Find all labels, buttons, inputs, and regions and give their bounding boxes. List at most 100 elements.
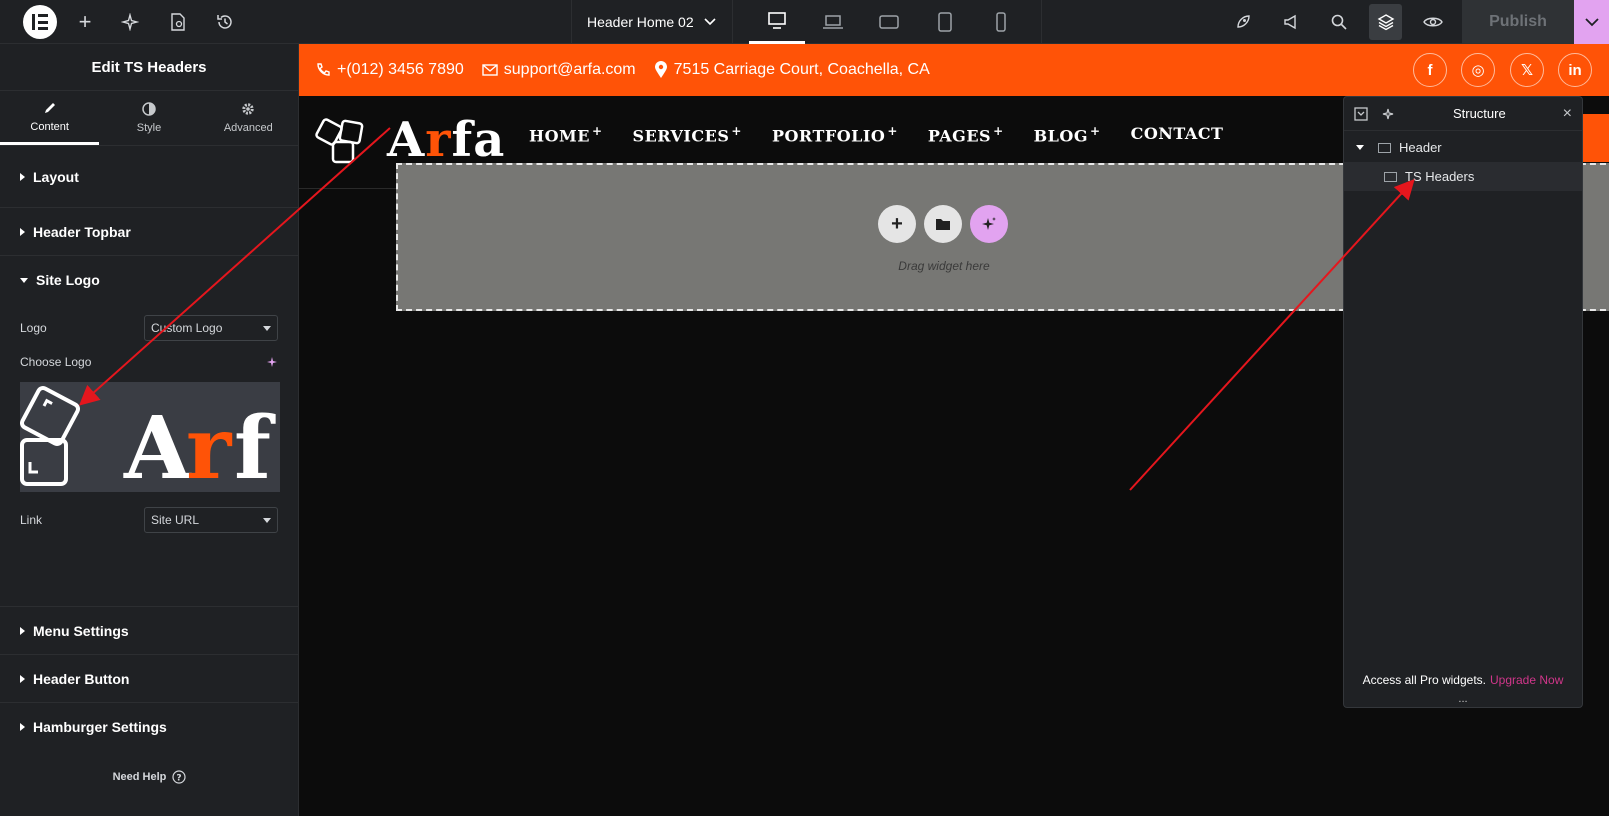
email-contact[interactable]: support@arfa.com: [482, 61, 636, 79]
document-title: Header Home 02: [587, 14, 694, 30]
ai-sparkle-icon[interactable]: [115, 0, 145, 44]
site-logo-icon[interactable]: [313, 116, 373, 168]
logo-image-preview[interactable]: A r f: [20, 382, 280, 492]
structure-item-header-label: Header: [1399, 140, 1442, 155]
resize-handle[interactable]: ...: [1344, 693, 1582, 705]
ai-sparkle-icon: [982, 217, 996, 230]
collapse-all-icon[interactable]: [1354, 106, 1368, 121]
section-header-button-label: Header Button: [33, 670, 130, 687]
drag-widget-hint: Drag widget here: [898, 259, 990, 273]
mail-icon: [482, 64, 498, 76]
linkedin-icon[interactable]: in: [1558, 53, 1592, 87]
caret-down-icon: [20, 277, 28, 283]
logo-label: Logo: [20, 321, 47, 335]
structure-item-ts-headers[interactable]: TS Headers: [1344, 162, 1582, 191]
section-site-logo-label: Site Logo: [36, 272, 100, 288]
svg-text:f: f: [234, 398, 276, 492]
dropdown-arrow-icon: [263, 325, 271, 331]
caret-right-icon: [20, 723, 25, 731]
brand-letter-a: A: [387, 112, 426, 168]
link-label: Link: [20, 513, 43, 527]
nav-home-plus: +: [591, 124, 603, 138]
main-navigation: HOME + SERVICES + PORTFOLIO + PAGES + BLOG + …: [529, 124, 1223, 145]
caret-right-icon: [20, 227, 25, 236]
section-header-topbar[interactable]: Header Topbar: [0, 208, 298, 256]
template-library-button[interactable]: [924, 205, 962, 243]
structure-item-header[interactable]: Header: [1344, 133, 1582, 162]
close-icon[interactable]: ×: [1563, 105, 1572, 123]
dropdown-arrow-icon: [263, 517, 271, 523]
chevron-down-icon: [704, 18, 716, 26]
section-layout-label: Layout: [33, 168, 79, 185]
announcement-icon[interactable]: [1276, 0, 1306, 44]
tab-style[interactable]: Style: [99, 91, 198, 145]
svg-text:A: A: [123, 398, 192, 492]
publish-button[interactable]: Publish: [1462, 0, 1574, 44]
need-help-link[interactable]: Need Help ?: [0, 770, 299, 784]
ai-sparkle-icon[interactable]: [266, 356, 278, 368]
link-control: Link Site URL: [20, 506, 278, 534]
section-hamburger-settings-label: Hamburger Settings: [33, 719, 167, 735]
phone-icon: [317, 63, 330, 76]
nav-item-services[interactable]: SERVICES +: [633, 124, 742, 145]
preview-eye-icon[interactable]: [1418, 0, 1448, 44]
laptop-device-icon[interactable]: [805, 0, 861, 44]
nav-services-label: SERVICES: [632, 126, 730, 146]
tablet-landscape-icon[interactable]: [861, 0, 917, 44]
section-header-button[interactable]: Header Button: [0, 655, 298, 703]
instagram-icon[interactable]: ◎: [1461, 53, 1495, 87]
nav-item-portfolio[interactable]: PORTFOLIO +: [772, 124, 898, 145]
logo-type-select[interactable]: Custom Logo: [144, 315, 278, 341]
structure-layers-icon[interactable]: [1369, 4, 1402, 40]
nav-item-blog[interactable]: BLOG +: [1034, 124, 1101, 145]
phone-contact[interactable]: +(012) 3456 7890: [315, 61, 464, 79]
page-settings-icon[interactable]: [163, 0, 193, 44]
location-pin-icon: [654, 61, 667, 78]
elementor-logo-icon[interactable]: [23, 5, 57, 39]
arfa-logo-image: A r f: [20, 386, 276, 492]
search-icon[interactable]: [1324, 0, 1354, 44]
address-text: 7515 Carriage Court, Coachella, CA: [673, 61, 930, 78]
publish-options-button[interactable]: [1574, 0, 1609, 44]
link-select[interactable]: Site URL: [144, 507, 278, 533]
svg-text:?: ?: [177, 774, 182, 784]
tab-style-label: Style: [136, 122, 162, 134]
tablet-portrait-icon[interactable]: [917, 0, 973, 44]
tab-advanced[interactable]: Advanced: [199, 91, 298, 145]
choose-logo-control: Choose Logo: [20, 348, 278, 376]
caret-right-icon: [20, 674, 25, 683]
ai-generate-button[interactable]: [970, 205, 1008, 243]
section-menu-settings[interactable]: Menu Settings: [0, 607, 298, 655]
section-site-logo[interactable]: Site Logo: [0, 256, 298, 304]
mobile-device-icon[interactable]: [973, 0, 1029, 44]
add-element-icon[interactable]: +: [70, 0, 100, 44]
nav-portfolio-label: PORTFOLIO: [771, 126, 886, 146]
rocket-icon[interactable]: [1228, 0, 1258, 44]
facebook-icon[interactable]: f: [1413, 53, 1447, 87]
structure-item-ts-headers-label: TS Headers: [1405, 169, 1475, 184]
address-contact[interactable]: 7515 Carriage Court, Coachella, CA: [654, 61, 930, 79]
site-brand-name[interactable]: Arfa: [387, 112, 505, 168]
nav-item-contact[interactable]: CONTACT: [1131, 124, 1224, 145]
pencil-icon: [44, 102, 55, 113]
x-icon[interactable]: 𝕏: [1510, 53, 1544, 87]
tab-advanced-label: Advanced: [223, 122, 273, 134]
nav-services-plus: +: [731, 124, 742, 138]
tab-content[interactable]: Content: [0, 91, 100, 145]
nav-item-home[interactable]: HOME +: [529, 124, 603, 145]
svg-text:r: r: [186, 398, 233, 492]
nav-pages-label: PAGES: [927, 126, 992, 146]
choose-logo-label: Choose Logo: [20, 355, 92, 369]
upgrade-now-link[interactable]: Upgrade Now: [1490, 673, 1563, 687]
nav-item-pages[interactable]: PAGES +: [928, 124, 1004, 145]
brand-letters-fa: fa: [451, 112, 506, 168]
history-icon[interactable]: [210, 0, 240, 44]
ai-sparkle-icon[interactable]: [1382, 107, 1396, 121]
desktop-device-icon[interactable]: [749, 0, 805, 44]
section-hamburger-settings[interactable]: Hamburger Settings: [0, 703, 298, 751]
need-help-label: Need Help: [112, 771, 167, 783]
add-section-button[interactable]: +: [878, 205, 916, 243]
document-title-dropdown[interactable]: Header Home 02: [587, 0, 716, 44]
section-layout[interactable]: Layout: [0, 146, 298, 208]
pro-upsell-text: Access all Pro widgets.: [1362, 673, 1486, 687]
